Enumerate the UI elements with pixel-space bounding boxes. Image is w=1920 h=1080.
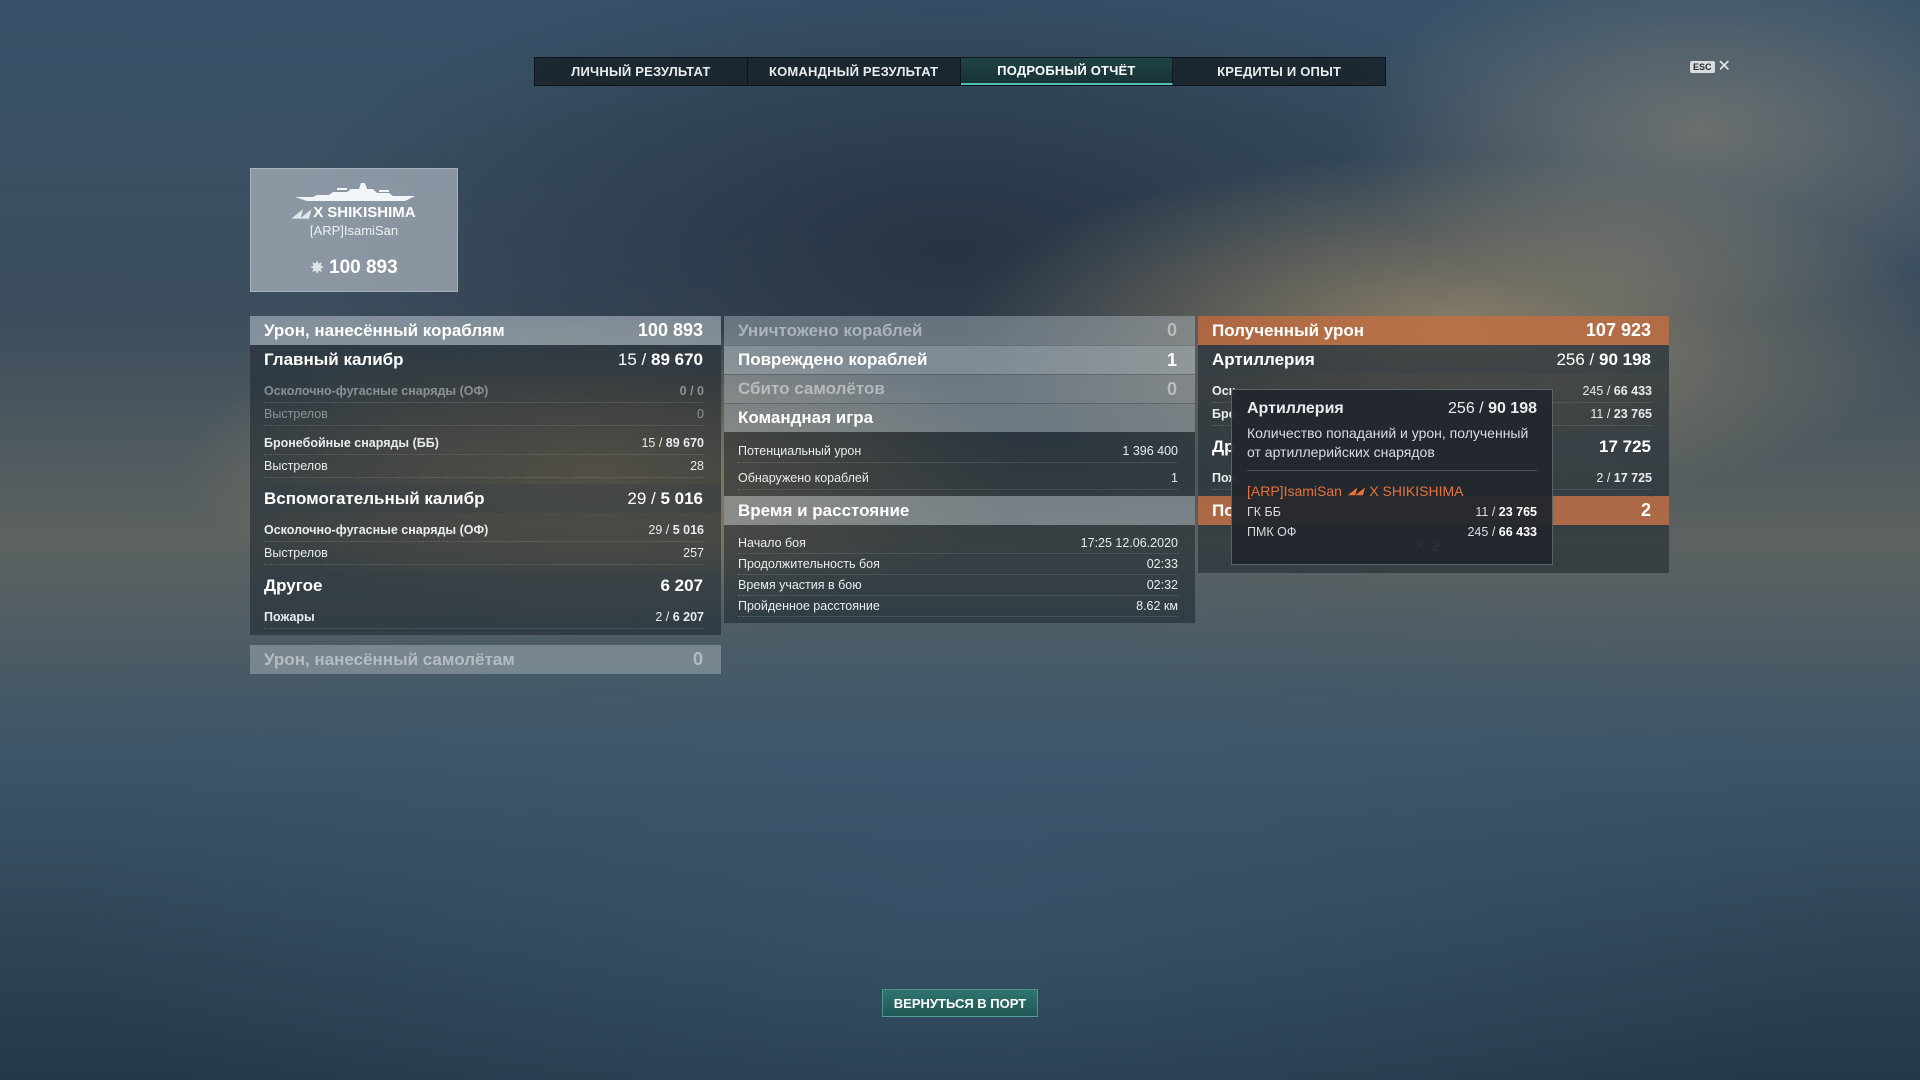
stat-row: Осколочно-фугасные снаряды (ОФ) 29 / 5 01…: [264, 519, 704, 542]
player-name: [ARP]IsamiSan: [309, 223, 399, 238]
received-damage-header: Полученный урон 107 923: [1198, 316, 1669, 345]
tooltip-description: Количество попаданий и урон, полученный …: [1247, 424, 1537, 471]
tooltip-row: ПМК ОФ 245 / 66 433: [1247, 525, 1537, 539]
stat-row: Выстрелов 28: [264, 455, 704, 478]
tooltip-row: ГК ББ 11 / 23 765: [1247, 505, 1537, 519]
damage-burst-icon: ✸: [310, 260, 324, 277]
main-battery-details: Осколочно-фугасные снаряды (ОФ) 0 / 0 Выс…: [250, 374, 721, 484]
tab-credits-xp[interactable]: КРЕДИТЫ И ОПЫТ: [1173, 58, 1385, 85]
stat-row: Время участия в бою 02:32: [738, 575, 1178, 596]
damage-ships-header: Урон, нанесённый кораблям 100 893: [250, 316, 721, 345]
nation-flag-icon: ◢◢: [1347, 485, 1364, 497]
stat-row: Пожары 2 / 6 207: [264, 606, 704, 629]
tab-detailed-report[interactable]: ПОДРОБНЫЙ ОТЧЁТ: [960, 58, 1174, 85]
tab-team-result[interactable]: КОМАНДНЫЙ РЕЗУЛЬТАТ: [748, 58, 961, 85]
ships-destroyed-header: Уничтожено кораблей 0: [724, 316, 1195, 345]
other-damage-header: Другое 6 207: [250, 571, 721, 600]
ship-silhouette-icon: [295, 183, 415, 201]
total-damage: ✸ 100 893: [310, 257, 398, 278]
close-icon: ✕: [1717, 58, 1731, 75]
esc-key-badge: ESC: [1690, 61, 1715, 73]
nation-flag-icon: ◢◢: [292, 208, 310, 220]
return-to-port-button[interactable]: ВЕРНУТЬСЯ В ПОРТ: [882, 989, 1038, 1017]
stat-row: Бронебойные снаряды (ББ) 15 / 89 670: [264, 432, 704, 455]
main-battery-header: Главный калибр 15 / 89 670: [250, 345, 721, 374]
dealt-damage-column: Урон, нанесённый кораблям 100 893 Главный…: [250, 316, 721, 674]
stat-row: Пройденное расстояние 8.62 км: [738, 596, 1178, 617]
artillery-tooltip: Артиллерия 256 / 90 198 Количество попад…: [1231, 389, 1553, 565]
tooltip-enemy: [ARP]IsamiSan ◢◢ X SHIKISHIMA: [1247, 483, 1464, 499]
stat-row: Начало боя 17:25 12.06.2020: [738, 533, 1178, 554]
tab-personal-result[interactable]: ЛИЧНЫЙ РЕЗУЛЬТАТ: [535, 58, 748, 85]
stat-row: Выстрелов 257: [264, 542, 704, 565]
stat-row: Выстрелов 0: [264, 403, 704, 426]
stat-row: Потенциальный урон 1 396 400: [738, 440, 1178, 463]
planes-shot-header: Сбито самолётов 0: [724, 374, 1195, 403]
time-distance-details: Начало боя 17:25 12.06.2020 Продолжительн…: [724, 525, 1195, 623]
stat-row: Продолжительность боя 02:33: [738, 554, 1178, 575]
ship-name: ◢◢ X SHIKISHIMA: [292, 204, 416, 221]
tooltip-header: Артиллерия 256 / 90 198: [1247, 400, 1537, 417]
time-distance-header: Время и расстояние: [724, 496, 1195, 525]
other-damage-details: Пожары 2 / 6 207: [250, 600, 721, 635]
artillery-header[interactable]: Артиллерия 256 / 90 198: [1198, 345, 1669, 374]
result-tabs: ЛИЧНЫЙ РЕЗУЛЬТАТ КОМАНДНЫЙ РЕЗУЛЬТАТ ПОД…: [534, 57, 1386, 86]
ships-damaged-header: Повреждено кораблей 1: [724, 345, 1195, 374]
secondary-battery-header: Вспомогательный калибр 29 / 5 016: [250, 484, 721, 513]
team-play-header: Командная игра: [724, 403, 1195, 432]
stat-row: Осколочно-фугасные снаряды (ОФ) 0 / 0: [264, 380, 704, 403]
stats-column: Уничтожено кораблей 0 Повреждено кораблей…: [724, 316, 1195, 623]
secondary-battery-details: Осколочно-фугасные снаряды (ОФ) 29 / 5 01…: [250, 513, 721, 571]
stat-row: Обнаружено кораблей 1: [738, 467, 1178, 490]
ship-card: ◢◢ X SHIKISHIMA [ARP]IsamiSan ✸ 100 893: [250, 168, 458, 292]
damage-planes-header: Урон, нанесённый самолётам 0: [250, 645, 721, 674]
close-button[interactable]: ESC ✕: [1690, 58, 1731, 75]
team-play-details: Потенциальный урон 1 396 400 Обнаружено к…: [724, 432, 1195, 496]
